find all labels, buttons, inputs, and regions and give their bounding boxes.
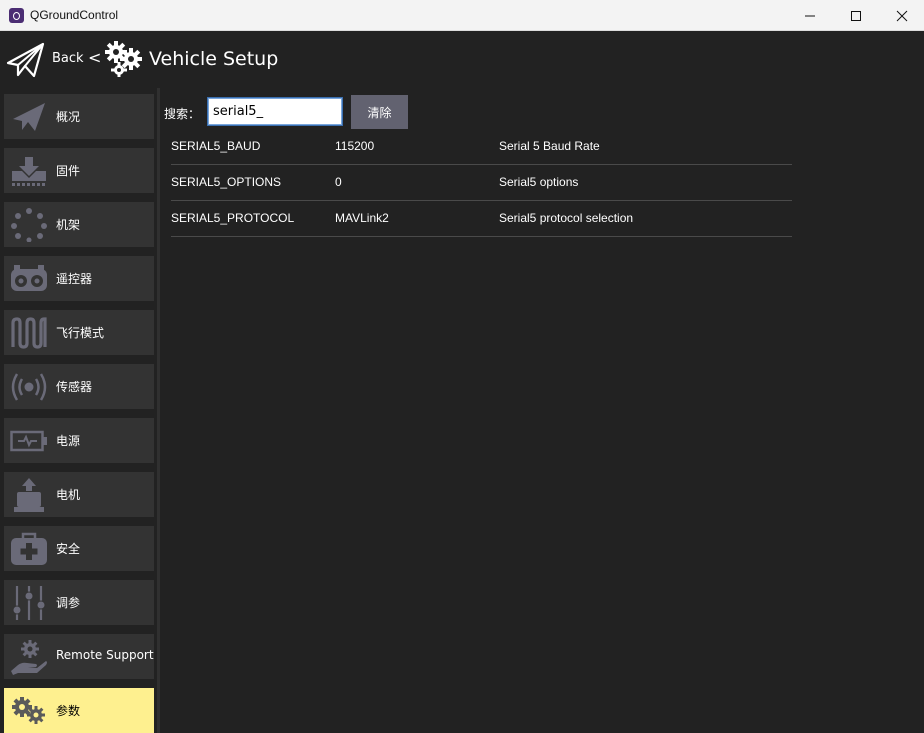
sidebar-item-label: 安全 [56,542,81,556]
gears-icon [12,696,45,724]
sidebar-item-label: 电机 [56,488,81,502]
motor-icon [14,477,44,512]
sidebar-item-label: Remote Support [56,648,154,662]
sidebar-item-label: 参数 [56,704,81,718]
param-description: Serial5 protocol selection [499,211,634,225]
back-label: Back [52,51,84,66]
clear-button[interactable]: 清除 [351,95,408,129]
sidebar-item-flight-modes[interactable]: 飞行模式 [4,310,154,355]
back-arrow: < [88,48,102,67]
paper-plane-icon [13,102,45,131]
sidebar-item-sensors[interactable]: 传感器 [4,364,154,409]
search-input[interactable] [207,97,343,126]
table-row[interactable]: SERIAL5_OPTIONS 0 Serial5 options [171,165,792,201]
battery-icon [10,430,47,451]
window-title: QGroundControl [30,8,119,22]
support-hand-gear-icon [11,639,47,675]
download-tray-icon [12,156,46,186]
setup-sidebar: 概况 固件 机架 遥控器 飞行模式 传感器 电源 电机 安全 调参 Remote… [0,88,158,733]
sidebar-item-tuning[interactable]: 调参 [4,580,154,625]
back-button[interactable]: Back < [6,39,102,79]
sidebar-item-label: 飞行模式 [56,326,105,340]
paper-plane-icon [6,42,45,78]
sidebar-item-radio[interactable]: 遥控器 [4,256,154,301]
vehicle-setup-toolbar: Back < Vehicle Setup [0,31,924,88]
param-name: SERIAL5_OPTIONS [171,175,282,189]
waveform-icon [11,316,47,349]
close-icon [896,10,908,21]
sidebar-item-label: 传感器 [56,380,93,394]
sidebar-item-remote-support[interactable]: Remote Support [4,634,154,679]
tuning-sliders-icon [12,585,46,620]
minimize-button[interactable] [787,0,833,31]
sidebar-item-frame[interactable]: 机架 [4,202,154,247]
param-name: SERIAL5_PROTOCOL [171,211,295,225]
sidebar-item-label: 机架 [56,218,81,232]
sidebar-item-label: 电源 [56,434,81,448]
sidebar-item-motors[interactable]: 电机 [4,472,154,517]
sidebar-item-safety[interactable]: 安全 [4,526,154,571]
sidebar-divider [157,88,160,733]
sidebar-item-label: 概况 [56,110,81,124]
sidebar-item-label: 调参 [56,596,81,610]
page-title: Vehicle Setup [149,48,279,70]
sidebar-item-parameters[interactable]: 参数 [4,688,154,733]
maximize-icon [851,10,861,21]
param-description: Serial5 options [499,175,579,189]
close-button[interactable] [879,0,924,31]
sidebar-item-summary[interactable]: 概况 [4,94,154,139]
table-row[interactable]: SERIAL5_BAUD 115200 Serial 5 Baud Rate [171,129,792,165]
sidebar-item-label: 固件 [56,164,81,178]
param-description: Serial 5 Baud Rate [499,139,600,153]
param-value: 115200 [335,139,375,153]
qgc-app-icon [9,8,24,23]
gears-icon [105,41,142,77]
minimize-icon [805,15,815,16]
param-value: MAVLink2 [335,211,389,225]
sidebar-item-label: 遥控器 [56,272,93,286]
param-value: 0 [335,175,342,189]
maximize-button[interactable] [833,0,879,31]
frame-dots-icon [11,207,47,242]
radio-controller-icon [11,264,47,291]
table-row[interactable]: SERIAL5_PROTOCOL MAVLink2 Serial5 protoc… [171,201,792,237]
sensor-signal-icon [11,372,47,401]
first-aid-kit-icon [11,532,47,565]
param-name: SERIAL5_BAUD [171,139,261,153]
sidebar-item-firmware[interactable]: 固件 [4,148,154,193]
window-titlebar: QGroundControl [0,0,924,31]
sidebar-item-power[interactable]: 电源 [4,418,154,463]
search-label: 搜索： [164,107,201,121]
